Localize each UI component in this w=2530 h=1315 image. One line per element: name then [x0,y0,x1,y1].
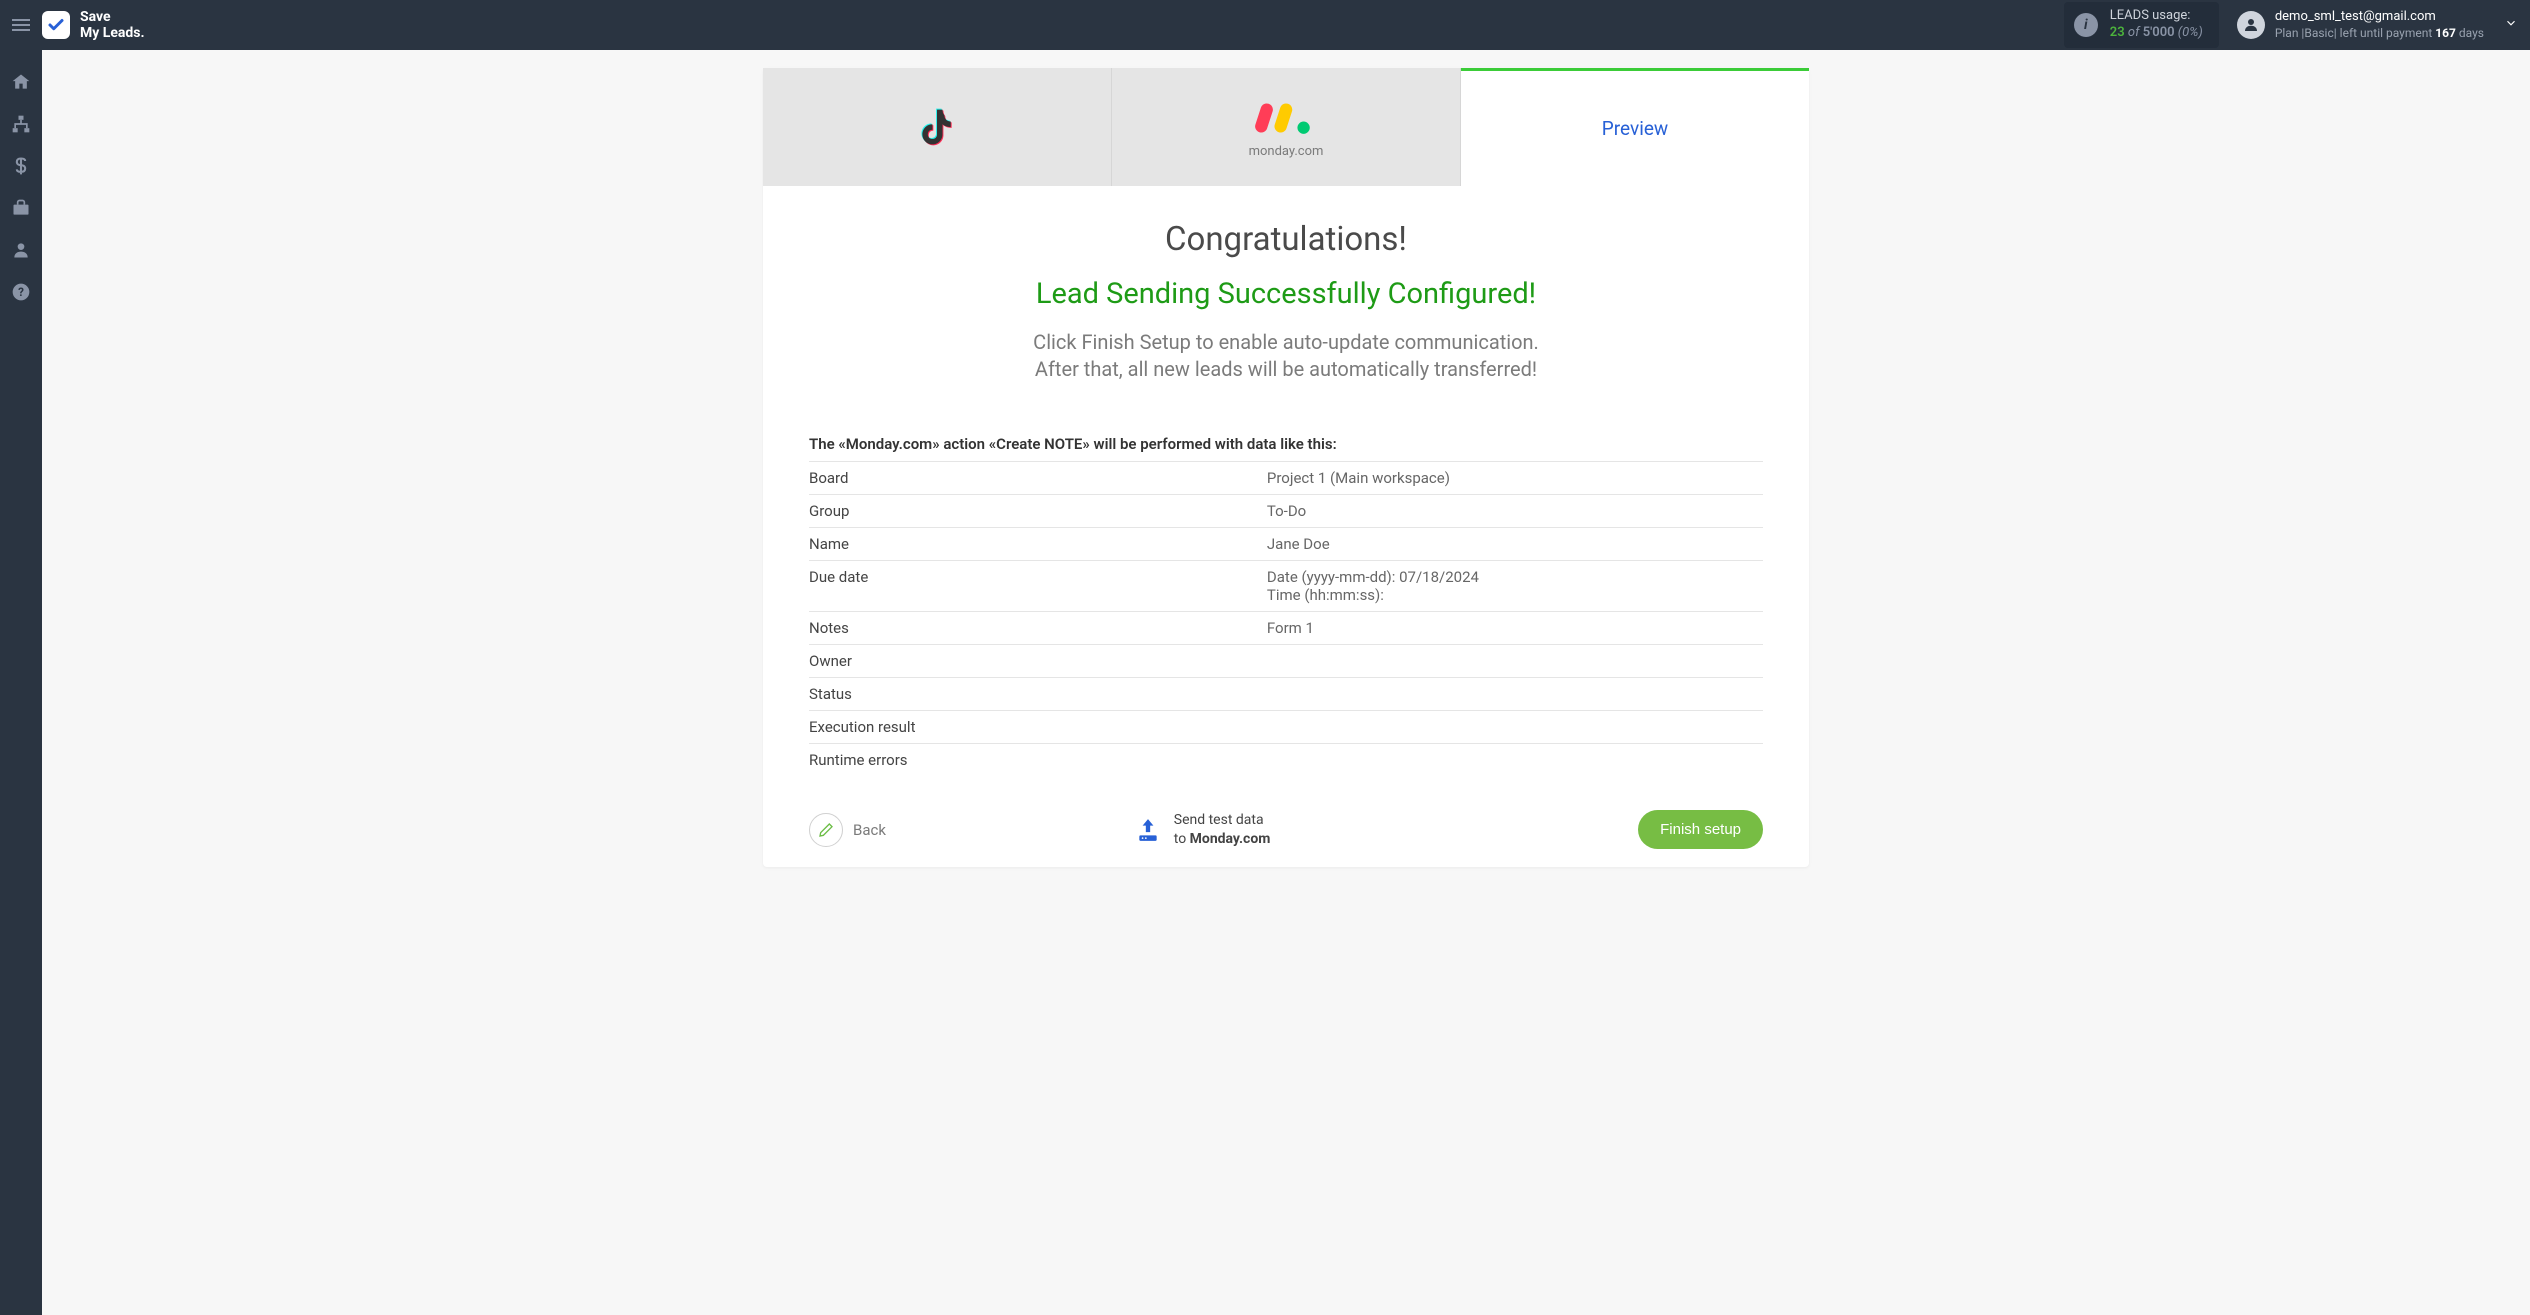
row-key: Board [809,462,1267,495]
home-icon[interactable] [11,72,31,92]
back-label: Back [853,821,886,839]
sidebar: ? [0,50,42,1315]
step-tabs: monday.com Preview [763,68,1809,186]
usage-label: LEADS usage: [2110,8,2203,25]
row-value [1267,744,1763,777]
info-icon: i [2074,13,2098,37]
user-email: demo_sml_test@gmail.com [2275,9,2484,26]
checkmark-icon [47,16,65,34]
tab-destination-monday[interactable]: monday.com [1112,68,1461,186]
table-row: NotesForm 1 [809,612,1763,645]
usage-values: 23 of 5'000 (0%) [2110,25,2203,42]
row-value: To-Do [1267,495,1763,528]
finish-setup-button[interactable]: Finish setup [1638,810,1763,849]
sitemap-icon[interactable] [11,114,31,134]
table-row: NameJane Doe [809,528,1763,561]
leads-usage-box[interactable]: i LEADS usage: 23 of 5'000 (0%) [2064,2,2219,48]
congrats-block: Congratulations! Lead Sending Successful… [763,186,1809,403]
briefcase-icon[interactable] [11,198,31,218]
table-row: Owner [809,645,1763,678]
action-description: The «Monday.com» action «Create NOTE» wi… [763,435,1809,453]
menu-icon[interactable] [12,19,30,31]
user-account[interactable]: demo_sml_test@gmail.com Plan |Basic| lef… [2237,9,2484,41]
tab-source-tiktok[interactable] [763,68,1112,186]
pencil-icon [809,813,843,847]
row-key: Runtime errors [809,744,1267,777]
back-button[interactable]: Back [809,813,886,847]
user-plan: Plan |Basic| left until payment 167 days [2275,26,2484,42]
avatar-icon [2237,11,2265,39]
row-value: Jane Doe [1267,528,1763,561]
congrats-title: Congratulations! [803,220,1769,259]
svg-text:?: ? [18,285,24,299]
dollar-icon[interactable] [11,156,31,176]
table-row: BoardProject 1 (Main workspace) [809,462,1763,495]
monday-icon [1250,96,1322,140]
row-value: Date (yyyy-mm-dd): 07/18/2024 Time (hh:m… [1267,561,1763,612]
row-key: Owner [809,645,1267,678]
content-area: monday.com Preview Congratulations! Lead… [42,50,2530,1315]
send-test-button[interactable]: Send test data to Monday.com [1134,811,1271,847]
table-row: Runtime errors [809,744,1763,777]
row-key: Notes [809,612,1267,645]
row-value: Form 1 [1267,612,1763,645]
chevron-down-icon[interactable] [2504,16,2518,34]
row-value [1267,645,1763,678]
row-key: Due date [809,561,1267,612]
send-test-label: Send test data to Monday.com [1174,811,1271,847]
table-row: Status [809,678,1763,711]
tab-preview[interactable]: Preview [1461,68,1809,186]
row-key: Execution result [809,711,1267,744]
logo[interactable] [42,11,70,39]
congrats-subtitle: Lead Sending Successfully Configured! [803,277,1769,311]
row-key: Group [809,495,1267,528]
table-row: GroupTo-Do [809,495,1763,528]
row-value: Project 1 (Main workspace) [1267,462,1763,495]
table-row: Due dateDate (yyyy-mm-dd): 07/18/2024 Ti… [809,561,1763,612]
row-key: Name [809,528,1267,561]
topbar: Save My Leads. i LEADS usage: 23 of 5'00… [0,0,2530,50]
card-footer: Back Send test data to Monday.com [763,776,1809,867]
brand-text: Save My Leads. [80,9,145,41]
row-value [1267,678,1763,711]
user-icon[interactable] [11,240,31,260]
tiktok-icon [915,105,959,149]
upload-icon [1134,817,1162,843]
congrats-desc: Click Finish Setup to enable auto-update… [803,329,1769,383]
preview-table: BoardProject 1 (Main workspace)GroupTo-D… [809,461,1763,776]
help-icon[interactable]: ? [11,282,31,302]
table-row: Execution result [809,711,1763,744]
main-card: monday.com Preview Congratulations! Lead… [763,68,1809,867]
row-value [1267,711,1763,744]
monday-label: monday.com [1249,144,1324,159]
row-key: Status [809,678,1267,711]
